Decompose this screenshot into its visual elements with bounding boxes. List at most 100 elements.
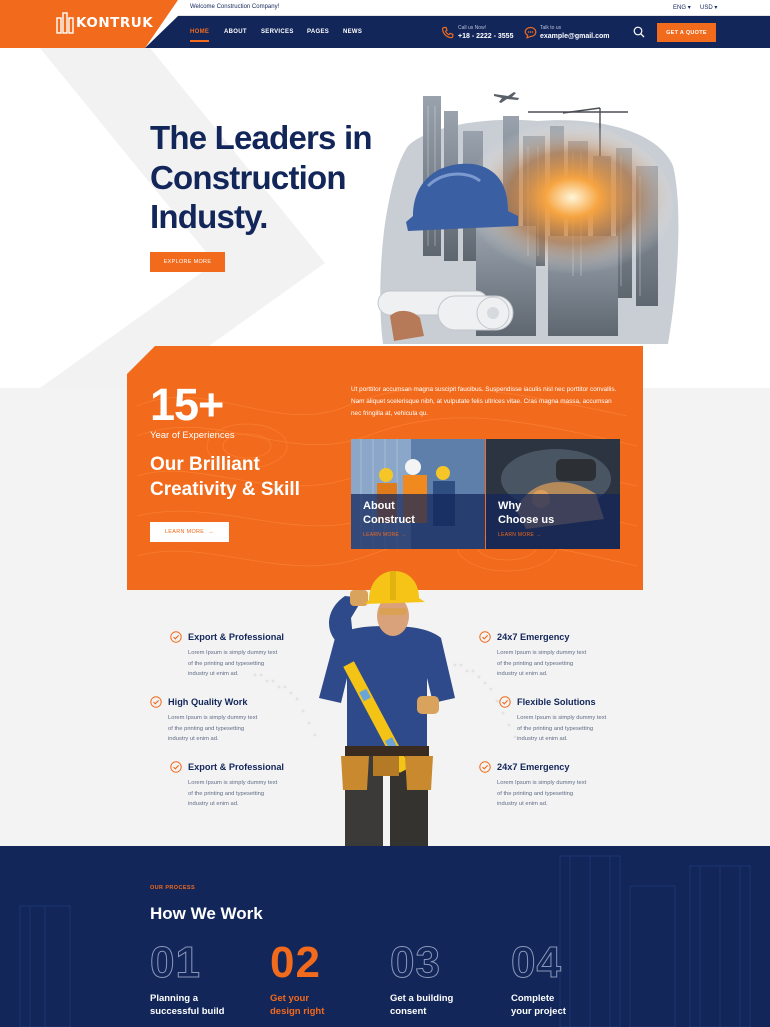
feature-text-line: of the printing and typesetting — [517, 725, 594, 732]
building-outline-decoration — [19, 855, 751, 1027]
card-title: Why Choose us — [498, 499, 554, 527]
get-a-quote-button[interactable]: GET A QUOTE — [657, 23, 716, 42]
feature-text-line: Lorem Ipsum is simply dummy text — [188, 780, 278, 786]
step-label[interactable]: Get a building consent — [390, 993, 453, 1018]
feature-text-line: Lorem Ipsum is simply dummy text — [168, 715, 258, 721]
step-number: 03 — [390, 938, 441, 988]
step-label-line: design right — [270, 1005, 325, 1017]
phone-label: Call us Now! — [458, 25, 487, 31]
feature-text-line: Lorem Ipsum is simply dummy text — [497, 650, 587, 656]
nav-news[interactable]: NEWS — [343, 29, 362, 35]
hero-city-worker-image — [377, 92, 679, 344]
welcome-text: Welcome Construction Company! — [190, 4, 280, 10]
check-circle-icon — [479, 761, 491, 773]
phone-number[interactable]: +18 - 2222 - 3555 — [458, 33, 513, 40]
headline-line: Creativity & Skill — [150, 479, 300, 500]
card-title: About Construct — [363, 499, 415, 527]
check-circle-icon — [170, 761, 182, 773]
arrow-right-icon: → — [400, 532, 407, 538]
card-title-line: Why — [498, 500, 522, 512]
phone-icon — [441, 26, 454, 39]
why-choose-us-card[interactable]: Why Choose us LEARN MORE → — [486, 439, 620, 549]
nav-services[interactable]: SERVICES — [261, 29, 294, 35]
step-label[interactable]: Planning a successful build — [150, 993, 224, 1018]
check-circle-icon — [150, 696, 162, 708]
feature-text-line: industry ut enim ad. — [188, 671, 239, 677]
step-label-line: Get your — [270, 993, 310, 1004]
feature-title: High Quality Work — [168, 697, 248, 707]
arrow-right-icon: → — [208, 529, 215, 535]
card-link-label: LEARN MORE — [363, 532, 400, 538]
card-title-line: Construct — [363, 514, 415, 526]
check-circle-icon — [499, 696, 511, 708]
step-label-line: successful build — [150, 1005, 225, 1017]
feature-text-line: industry ut enim ad. — [497, 801, 548, 807]
step-label-active[interactable]: Get your design right — [270, 993, 324, 1018]
feature-text-line: of the printing and typesetting — [188, 790, 265, 797]
step-number-active: 02 — [270, 938, 321, 987]
search-icon[interactable] — [633, 26, 645, 38]
feature-text: Lorem Ipsum is simply dummy text of the … — [497, 648, 597, 680]
step-number: 01 — [150, 938, 201, 988]
feature-text-line: Lorem Ipsum is simply dummy text — [517, 715, 607, 721]
feature-text-line: Lorem Ipsum is simply dummy text — [188, 650, 278, 656]
feature-text-line: industry ut enim ad. — [517, 736, 568, 742]
feature-text-line: of the printing and typesetting — [168, 725, 245, 732]
nav-about[interactable]: ABOUT — [224, 29, 247, 35]
feature-title: 24x7 Emergency — [497, 632, 570, 642]
email-label: Talk to us — [540, 25, 562, 31]
feature-text: Lorem Ipsum is simply dummy text of the … — [517, 713, 617, 745]
arrow-right-icon: → — [535, 532, 542, 538]
feature-text-line: of the printing and typesetting — [497, 660, 574, 667]
feature-text-line: Lorem Ipsum is simply dummy text — [497, 780, 587, 786]
nav-home[interactable]: HOME — [190, 29, 209, 35]
feature-title: 24x7 Emergency — [497, 762, 570, 772]
building-logo-icon[interactable] — [56, 12, 74, 34]
card-title-line: About — [363, 500, 395, 512]
feature-text-line: of the printing and typesetting — [188, 660, 265, 667]
card-link-label: LEARN MORE — [498, 532, 535, 538]
card-learn-more-link[interactable]: LEARN MORE → — [363, 532, 406, 538]
process-title: How We Work — [150, 904, 263, 923]
chat-icon — [524, 26, 537, 39]
step-number: 04 — [511, 938, 562, 988]
step-label-line: consent — [390, 1005, 427, 1017]
brand-name[interactable]: KONTRUK — [76, 15, 153, 31]
card-learn-more-link[interactable]: LEARN MORE → — [498, 532, 541, 538]
headline-line: Our Brilliant — [150, 454, 260, 475]
step-label-line: Get a building — [390, 993, 454, 1004]
feature-text-line: industry ut enim ad. — [168, 736, 219, 742]
about-construct-card[interactable]: About Construct LEARN MORE → — [351, 439, 485, 549]
learn-more-label: LEARN MORE — [164, 529, 205, 535]
check-circle-icon — [479, 631, 491, 643]
feature-title: Export & Professional — [188, 632, 284, 642]
step-label-line: Complete — [511, 993, 555, 1004]
check-circle-icon — [170, 631, 182, 643]
learn-more-button[interactable]: LEARN MORE → — [150, 522, 229, 542]
card-title-line: Choose us — [498, 514, 555, 526]
email-address[interactable]: example@gmail.com — [540, 33, 609, 40]
feature-text: Lorem Ipsum is simply dummy text of the … — [168, 713, 268, 745]
feature-text: Lorem Ipsum is simply dummy text of the … — [497, 778, 597, 810]
nav-pages[interactable]: PAGES — [307, 29, 329, 35]
experience-headline: Our Brilliant Creativity & Skill — [150, 452, 350, 502]
explore-more-button[interactable]: EXPLORE MORE — [150, 252, 225, 272]
language-value: ENG — [673, 5, 687, 11]
nav-active-indicator — [190, 40, 209, 42]
currency-value: USD — [700, 5, 713, 11]
process-eyebrow: OUR PROCESS — [150, 885, 196, 891]
years-label: Year of Experiences — [150, 430, 235, 441]
feature-title: Export & Professional — [188, 762, 284, 772]
experience-description: Ut porttitor accumsan magna suscipit fau… — [351, 386, 617, 418]
currency-select[interactable]: USD ▾ — [700, 4, 717, 11]
feature-text-line: industry ut enim ad. — [188, 801, 239, 807]
language-select[interactable]: ENG ▾ — [673, 4, 691, 11]
step-label-line: Planning a — [150, 993, 199, 1004]
step-label[interactable]: Complete your project — [511, 993, 566, 1018]
feature-title: Flexible Solutions — [517, 697, 596, 707]
step-label-line: your project — [511, 1005, 566, 1017]
feature-text-line: industry ut enim ad. — [497, 671, 548, 677]
feature-text: Lorem Ipsum is simply dummy text of the … — [188, 778, 288, 810]
feature-text: Lorem Ipsum is simply dummy text of the … — [188, 648, 288, 680]
chevron-down-icon: ▾ — [714, 5, 718, 11]
